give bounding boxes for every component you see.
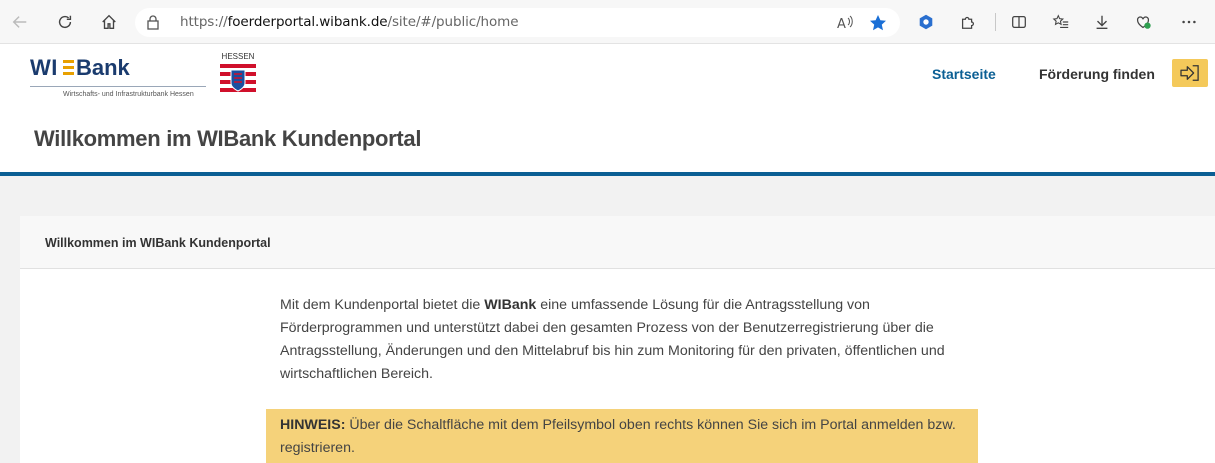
toolbar-separator [995,13,996,31]
url-path: /site/#/public/home [387,14,519,30]
hessen-label: HESSEN [221,52,255,61]
logo-wi-text: WI [30,55,58,80]
intro-brand: WIBank [484,297,537,313]
hessen-flag-icon [220,62,256,98]
logo-subtitle: Wirtschafts- und Infrastrukturbank Hesse… [63,91,194,98]
read-aloud-icon[interactable]: A [835,13,855,33]
home-icon[interactable] [98,11,120,33]
split-screen-icon[interactable] [1008,11,1030,33]
nav-startseite[interactable]: Startseite [932,66,996,82]
url-prefix: https:// [180,14,228,30]
wibank-logo[interactable]: WI Bank Wirtschafts- und Infrastrukturba… [30,55,210,99]
url-text[interactable]: https://foerderportal.wibank.de/site/#/p… [180,14,519,30]
download-icon[interactable] [1091,11,1113,33]
favorite-star-icon[interactable] [868,13,888,33]
hint-label: HINWEIS: [280,417,346,433]
page-title: Willkommen im WIBank Kundenportal [34,126,422,151]
login-button[interactable] [1172,59,1208,87]
card-header: Willkommen im WIBank Kundenportal [20,216,1215,269]
logo-bars-icon [63,60,74,77]
card-title: Willkommen im WIBank Kundenportal [45,236,271,250]
favorites-list-icon[interactable] [1050,11,1072,33]
back-icon[interactable] [9,11,31,33]
site-header: WI Bank Wirtschafts- und Infrastrukturba… [0,45,1215,105]
hessen-logo: HESSEN [218,52,258,104]
logo-bank-text: Bank [76,55,130,80]
nav-foerderung-finden[interactable]: Förderung finden [1039,66,1155,82]
login-arrow-icon [1180,65,1199,81]
address-bar[interactable]: https://foerderportal.wibank.de/site/#/p… [135,8,900,37]
refresh-icon[interactable] [54,11,76,33]
lock-icon[interactable] [145,14,161,30]
intro-text: Mit dem Kundenportal bietet die WIBank e… [280,294,960,386]
extensions-puzzle-icon[interactable] [957,11,979,33]
logo-divider [30,86,206,87]
browser-essentials-icon[interactable] [1132,11,1154,33]
extension-shield-icon[interactable] [915,11,937,33]
hint-box: HINWEIS: Über die Schaltfläche mit dem P… [266,409,978,463]
svg-text:A: A [837,17,846,32]
hint-text: Über die Schaltfläche mit dem Pfeilsymbo… [280,417,956,456]
more-menu-icon[interactable] [1178,11,1200,33]
welcome-card: Willkommen im WIBank Kundenportal Mit de… [20,216,1215,463]
intro-before: Mit dem Kundenportal bietet die [280,297,485,313]
browser-toolbar: https://foerderportal.wibank.de/site/#/p… [0,0,1215,44]
url-domain: foerderportal.wibank.de [227,14,388,30]
